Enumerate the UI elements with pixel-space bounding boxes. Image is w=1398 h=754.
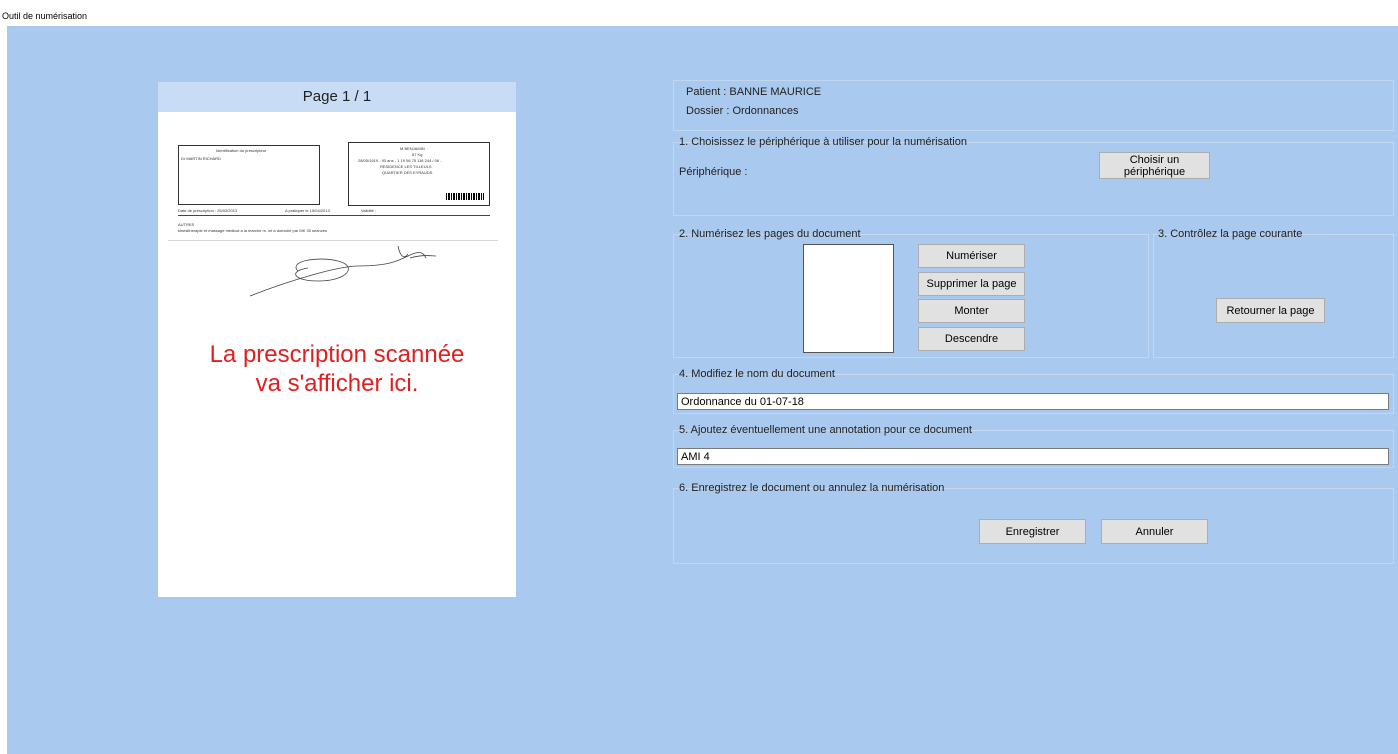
window-title: Outil de numérisation [2,11,88,21]
preview-placeholder-text: La prescription scannée va s'afficher ic… [158,340,516,398]
step2-group [673,234,1149,358]
placeholder-line-1: La prescription scannée [209,341,465,368]
patient-address1: RESIDENCE LES TILLEULS [380,164,432,169]
step3-legend: 3. Contrôlez la page courante [1158,228,1303,240]
step4-legend: 4. Modifiez le nom du document [679,368,835,380]
prescriber-name: Dr MARTIN RICHARD [181,156,221,161]
barcode [446,193,484,200]
step2-legend: 2. Numérisez les pages du document [679,228,861,240]
placeholder-line-2: va s'afficher ici. [255,370,419,397]
step4-line [829,374,1394,375]
dotted-line [168,240,498,241]
step2-line [857,234,1149,235]
step5-legend: 5. Ajoutez éventuellement une annotation… [679,424,972,436]
separator [178,215,490,216]
step6-line [935,488,1394,489]
annotation-input[interactable] [677,448,1389,465]
move-up-button[interactable]: Monter [918,299,1025,323]
device-label: Périphérique : [679,166,748,178]
page-indicator: Page 1 / 1 [158,82,516,112]
date-prescription: Date de prescription : 25/03/2013 [178,208,238,213]
a-pratiquer: A pratiquer le 15/04/2013 [285,208,330,213]
move-down-button[interactable]: Descendre [918,327,1025,351]
autres-label: AUTRES [178,222,195,227]
title-bar: Outil de numérisation [0,0,1398,26]
step3-line [1328,234,1394,235]
patient-line: 28/05/1919 - 93 ans - 1 19 06 75 118 244… [358,158,442,163]
step1-line [955,142,1394,143]
choose-device-button[interactable]: Choisir un périphérique [1099,152,1210,179]
prescriber-box [178,145,320,205]
step1-group [673,142,1394,216]
signature-image [249,245,437,297]
cancel-button[interactable]: Annuler [1101,519,1208,544]
scan-button[interactable]: Numériser [918,244,1025,268]
scan-preview: Page 1 / 1 Identification du prescripteu… [158,82,516,597]
save-button[interactable]: Enregistrer [979,519,1086,544]
dossier-label: Dossier : Ordonnances [686,105,799,117]
step1-legend: 1. Choisissez le périphérique à utiliser… [679,136,967,148]
patient-name: M BENJAMIN [400,146,425,151]
acte-text: kinesitherapie et massage medical a la m… [178,228,327,233]
patient-age: 87 Kg [412,152,423,157]
validite: Validité : [361,208,377,213]
step6-legend: 6. Enregistrez le document ou annulez la… [679,482,945,494]
patient-address2: QUARTIER DES EYRAUDS [382,170,433,175]
delete-page-button[interactable]: Supprimer la page [918,272,1025,296]
prescriber-header: Identification du prescripteur [216,148,267,153]
step5-line [960,430,1394,431]
step3-group [1153,234,1394,358]
patient-label: Patient : BANNE MAURICE [686,86,822,98]
page-thumbnail[interactable] [803,244,894,353]
document-name-input[interactable] [677,393,1389,410]
rotate-page-button[interactable]: Retourner la page [1216,298,1325,323]
